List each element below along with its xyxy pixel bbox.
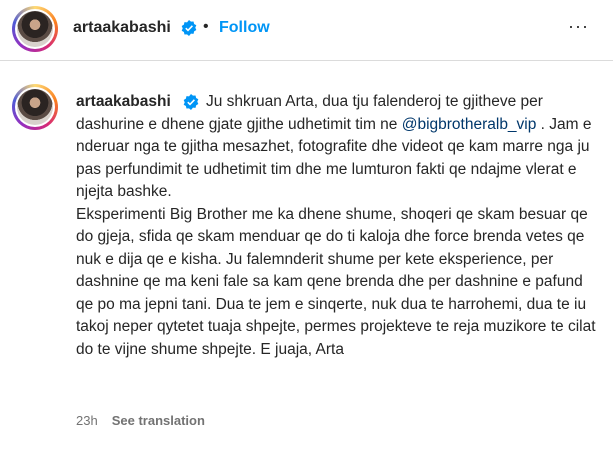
see-translation-button[interactable]: See translation [112,413,205,428]
caption-part-3: Eksperimenti Big Brother me ka dhene shu… [76,205,596,358]
caption-text: Ju shkruan Arta, dua tju falenderoj te g… [76,91,596,361]
separator-dot: • [203,18,209,35]
more-options-icon[interactable]: ··· [568,16,589,37]
timestamp[interactable]: 23h [76,413,98,428]
post-meta: 23h See translation [76,413,205,428]
header-username[interactable]: artaakabashi [73,19,171,37]
caption-avatar[interactable] [12,84,58,130]
post-header: artaakabashi • Follow ··· [0,0,613,61]
avatar[interactable] [12,6,58,52]
verified-badge-icon [181,20,197,36]
follow-button[interactable]: Follow [219,19,270,37]
mention-link[interactable]: @bigbrotheralb_vip [402,116,537,133]
